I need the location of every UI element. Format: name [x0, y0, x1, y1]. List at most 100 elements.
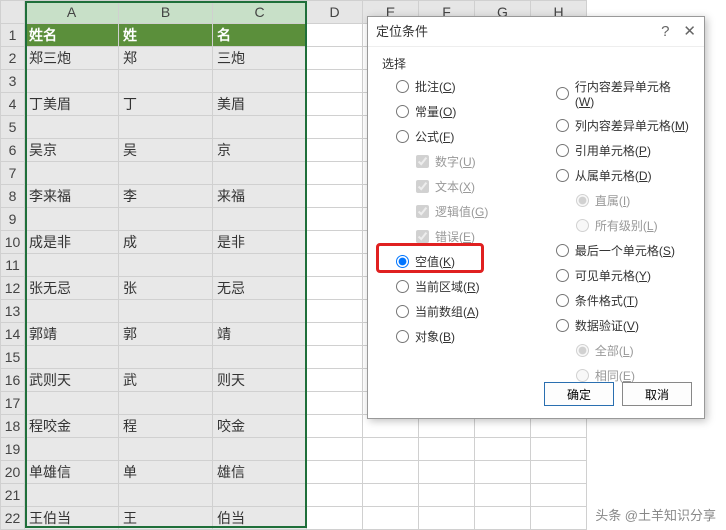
row-header[interactable]: 8 — [1, 185, 25, 208]
row-header[interactable]: 2 — [1, 47, 25, 70]
cell[interactable]: 郭 — [119, 323, 213, 346]
col-header-C[interactable]: C — [213, 1, 307, 24]
cell[interactable] — [307, 162, 363, 185]
cell[interactable] — [307, 208, 363, 231]
dialog-titlebar[interactable]: 定位条件 ? ✕ — [368, 17, 704, 47]
cell[interactable] — [307, 277, 363, 300]
cell[interactable] — [119, 300, 213, 323]
cell[interactable] — [307, 116, 363, 139]
radio-input[interactable] — [556, 294, 569, 307]
cell[interactable] — [119, 208, 213, 231]
select-all-cell[interactable] — [1, 1, 25, 24]
cell[interactable] — [25, 162, 119, 185]
cell[interactable]: 王 — [119, 507, 213, 530]
option[interactable]: 最后一个单元格(S) — [542, 242, 690, 259]
cell[interactable] — [363, 484, 419, 507]
cell[interactable] — [531, 461, 587, 484]
cell[interactable] — [25, 254, 119, 277]
cell[interactable] — [419, 461, 475, 484]
cell[interactable] — [419, 484, 475, 507]
radio-input[interactable] — [556, 144, 569, 157]
radio-input[interactable] — [396, 255, 409, 268]
option[interactable]: 当前数组(A) — [382, 303, 542, 320]
row-header[interactable]: 9 — [1, 208, 25, 231]
row-header[interactable]: 15 — [1, 346, 25, 369]
cell[interactable] — [307, 254, 363, 277]
cell[interactable] — [119, 116, 213, 139]
cell[interactable]: 则天 — [213, 369, 307, 392]
cell[interactable]: 姓名 — [25, 24, 119, 47]
ok-button[interactable]: 确定 — [544, 382, 614, 406]
cell[interactable] — [25, 438, 119, 461]
option[interactable]: 常量(O) — [382, 103, 542, 120]
cell[interactable]: 吴 — [119, 139, 213, 162]
option[interactable]: 行内容差异单元格(W) — [542, 78, 690, 109]
radio-input[interactable] — [396, 280, 409, 293]
radio-input[interactable] — [396, 105, 409, 118]
cell[interactable] — [307, 185, 363, 208]
cell[interactable] — [419, 438, 475, 461]
cell[interactable]: 咬金 — [213, 415, 307, 438]
radio-input[interactable] — [396, 305, 409, 318]
cell[interactable] — [25, 116, 119, 139]
cell[interactable] — [213, 70, 307, 93]
row-header[interactable]: 4 — [1, 93, 25, 116]
cell[interactable] — [307, 231, 363, 254]
option[interactable]: 可见单元格(Y) — [542, 267, 690, 284]
cell[interactable] — [307, 484, 363, 507]
row-header[interactable]: 12 — [1, 277, 25, 300]
option[interactable]: 条件格式(T) — [542, 292, 690, 309]
cell[interactable] — [119, 346, 213, 369]
close-icon[interactable]: ✕ — [683, 17, 696, 47]
cell[interactable] — [213, 300, 307, 323]
cell[interactable] — [213, 208, 307, 231]
cell[interactable] — [25, 208, 119, 231]
radio-input[interactable] — [556, 119, 569, 132]
cell[interactable] — [25, 300, 119, 323]
cell[interactable] — [531, 438, 587, 461]
cell[interactable] — [307, 369, 363, 392]
cell[interactable] — [25, 392, 119, 415]
row-header[interactable]: 11 — [1, 254, 25, 277]
cell[interactable]: 程 — [119, 415, 213, 438]
row-header[interactable]: 22 — [1, 507, 25, 530]
option[interactable]: 空值(K) — [382, 253, 542, 270]
cell[interactable] — [363, 438, 419, 461]
cell[interactable] — [119, 162, 213, 185]
col-header-A[interactable]: A — [25, 1, 119, 24]
row-header[interactable]: 1 — [1, 24, 25, 47]
option[interactable]: 当前区域(R) — [382, 278, 542, 295]
cell[interactable]: 单雄信 — [25, 461, 119, 484]
cell[interactable] — [307, 93, 363, 116]
radio-input[interactable] — [556, 269, 569, 282]
cell[interactable] — [307, 47, 363, 70]
cell[interactable] — [213, 116, 307, 139]
cell[interactable] — [307, 300, 363, 323]
cancel-button[interactable]: 取消 — [622, 382, 692, 406]
cell[interactable]: 李来福 — [25, 185, 119, 208]
col-header-B[interactable]: B — [119, 1, 213, 24]
cell[interactable] — [475, 438, 531, 461]
cell[interactable] — [213, 346, 307, 369]
cell[interactable]: 美眉 — [213, 93, 307, 116]
cell[interactable] — [213, 392, 307, 415]
cell[interactable]: 郭靖 — [25, 323, 119, 346]
radio-input[interactable] — [556, 169, 569, 182]
option[interactable]: 从属单元格(D) — [542, 167, 690, 184]
cell[interactable] — [307, 139, 363, 162]
cell[interactable]: 李 — [119, 185, 213, 208]
row-header[interactable]: 6 — [1, 139, 25, 162]
row-header[interactable]: 18 — [1, 415, 25, 438]
row-header[interactable]: 17 — [1, 392, 25, 415]
cell[interactable]: 单 — [119, 461, 213, 484]
cell[interactable] — [213, 438, 307, 461]
cell[interactable] — [531, 507, 587, 530]
cell[interactable] — [307, 24, 363, 47]
cell[interactable]: 来福 — [213, 185, 307, 208]
radio-input[interactable] — [556, 87, 569, 100]
cell[interactable] — [307, 415, 363, 438]
option[interactable]: 列内容差异单元格(M) — [542, 117, 690, 134]
radio-input[interactable] — [396, 330, 409, 343]
cell[interactable]: 武则天 — [25, 369, 119, 392]
cell[interactable]: 王伯当 — [25, 507, 119, 530]
